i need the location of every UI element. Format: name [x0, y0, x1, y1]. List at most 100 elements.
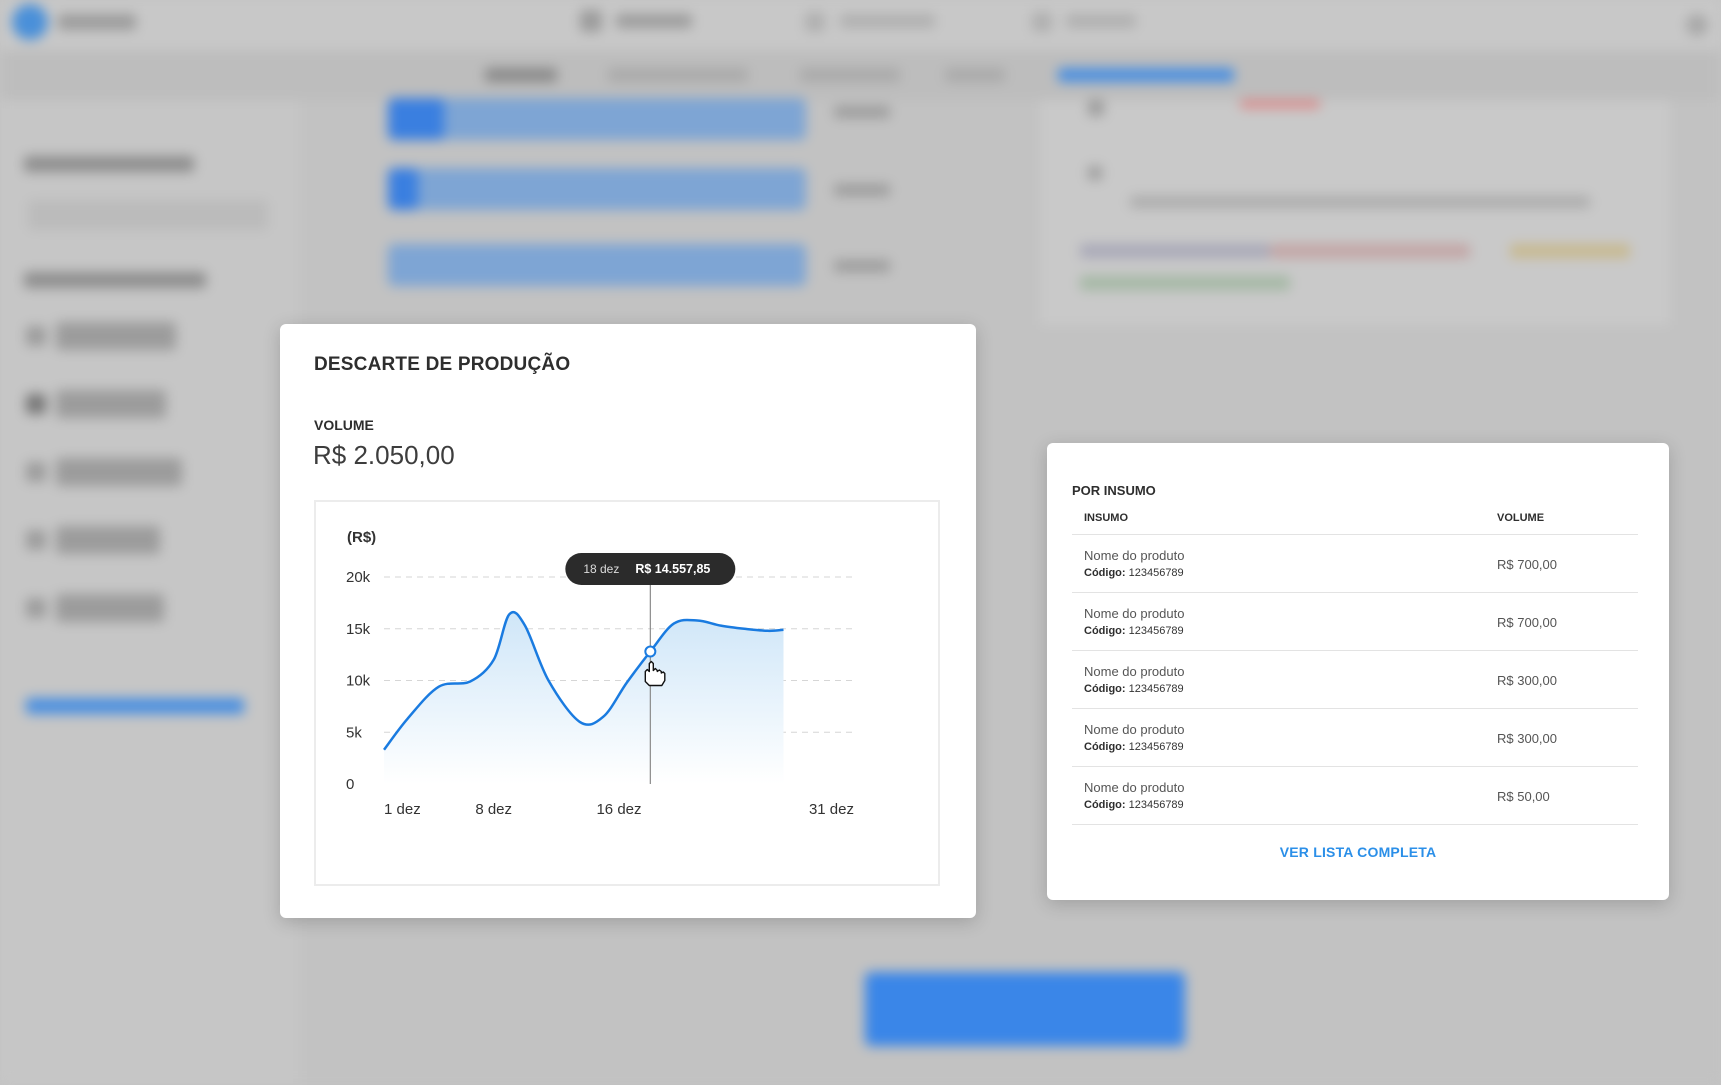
bg-nav-icon: [805, 12, 825, 32]
row-volume: R$ 300,00: [1497, 731, 1557, 746]
bg-sidebar-item: [56, 390, 166, 418]
row-product-code: Código: 123456789: [1084, 625, 1184, 637]
row-product-name: Nome do produto: [1084, 664, 1185, 679]
bg-user-icon: [1686, 14, 1708, 36]
bg-nav-text: [616, 14, 692, 28]
bg-sidebar-heading: [24, 156, 194, 172]
y-tick-label: 15k: [346, 621, 371, 638]
bg-logo: [12, 4, 48, 40]
bg-brand-text: [58, 14, 136, 30]
bg-sidebar-heading: [24, 272, 206, 288]
code-value: 123456789: [1128, 683, 1184, 695]
x-tick-label: 31 dez: [809, 801, 854, 818]
bg-progress-fill: [388, 98, 444, 140]
bg-sidebar-link: [26, 698, 244, 714]
y-tick-label: 10k: [346, 673, 371, 690]
tooltip-value: R$ 14.557,85: [635, 562, 710, 576]
bg-nav-icon: [1032, 12, 1052, 32]
row-product-name: Nome do produto: [1084, 606, 1185, 621]
row-product-code: Código: 123456789: [1084, 741, 1184, 753]
bg-legend: [1080, 276, 1290, 290]
x-tick-label: 8 dez: [475, 801, 512, 818]
bg-bar-label: [834, 106, 890, 118]
table-row[interactable]: Nome do produto Código: 123456789 R$ 50,…: [1072, 767, 1638, 825]
bg-progress-bar: [388, 244, 806, 286]
bg-legend: [1080, 244, 1270, 258]
row-volume: R$ 300,00: [1497, 673, 1557, 688]
bg-nav-text: [1066, 14, 1136, 28]
by-input-card: POR INSUMO INSUMO VOLUME Nome do produto…: [1047, 443, 1669, 900]
x-tick-label: 16 dez: [596, 801, 641, 818]
bg-sidebar-icon: [26, 394, 46, 414]
bg-sidebar-select: [28, 200, 268, 230]
code-label: Código:: [1084, 741, 1126, 753]
bg-axis-mark: [1088, 166, 1102, 180]
bg-nav-text: [840, 14, 935, 28]
bg-progress-fill: [388, 168, 418, 210]
bg-progress-bar: [388, 98, 806, 140]
row-product-name: Nome do produto: [1084, 780, 1185, 795]
volume-value: R$ 2.050,00: [313, 440, 455, 470]
y-tick-label: 5k: [346, 724, 362, 741]
code-label: Código:: [1084, 683, 1126, 695]
bg-bar-label: [834, 260, 890, 272]
bg-bottom-button: [865, 972, 1185, 1046]
code-value: 123456789: [1128, 741, 1184, 753]
row-volume: R$ 700,00: [1497, 557, 1557, 572]
bg-sidebar-icon: [26, 530, 46, 550]
bg-tab-active: [1058, 68, 1234, 82]
row-product-name: Nome do produto: [1084, 548, 1185, 563]
tooltip-date: 18 dez: [583, 562, 619, 576]
code-label: Código:: [1084, 799, 1126, 811]
bg-sidebar-icon: [26, 598, 46, 618]
code-value: 123456789: [1128, 567, 1184, 579]
table-row[interactable]: Nome do produto Código: 123456789 R$ 300…: [1072, 651, 1638, 709]
table-row[interactable]: Nome do produto Código: 123456789 R$ 300…: [1072, 709, 1638, 767]
series-area-fill: [384, 612, 784, 784]
row-product-code: Código: 123456789: [1084, 567, 1184, 579]
row-volume: R$ 50,00: [1497, 789, 1550, 804]
bg-nav-icon: [580, 10, 602, 32]
bg-sidebar: [0, 100, 300, 1085]
column-header-insumo: INSUMO: [1084, 512, 1128, 524]
bg-axis-labels: [1130, 196, 1590, 208]
code-value: 123456789: [1128, 799, 1184, 811]
bg-sidebar-item: [56, 458, 182, 486]
hover-data-point[interactable]: [644, 645, 657, 658]
table-title: POR INSUMO: [1072, 483, 1156, 498]
code-label: Código:: [1084, 625, 1126, 637]
row-product-name: Nome do produto: [1084, 722, 1185, 737]
production-waste-card: DESCARTE DE PRODUÇÃO VOLUME R$ 2.050,00 …: [280, 324, 976, 918]
chart-container: (R$) 0 5k 10k 15k 20k 1 dez 8 dez 16 dez 31 dez…: [314, 500, 940, 886]
row-product-code: Código: 123456789: [1084, 683, 1184, 695]
bg-bar-label: [834, 184, 890, 196]
table-header: INSUMO VOLUME: [1072, 503, 1638, 535]
bg-legend: [1510, 244, 1630, 258]
bg-tab: [800, 68, 900, 82]
bg-right-card: [1040, 100, 1670, 325]
bg-axis-mark: [1088, 100, 1104, 116]
bg-sidebar-item: [56, 526, 160, 554]
bg-sidebar-icon: [26, 462, 46, 482]
bg-sidebar-item: [56, 322, 176, 350]
chart-tooltip: 18 dez R$ 14.557,85: [565, 553, 736, 585]
volume-label: VOLUME: [314, 417, 374, 433]
bg-chart-mark: [1240, 100, 1320, 108]
bg-progress-bar: [388, 168, 806, 210]
bg-legend: [1270, 244, 1470, 258]
bg-tab: [608, 68, 748, 82]
bg-tab: [945, 68, 1005, 82]
y-axis-unit-label: (R$): [347, 529, 376, 546]
view-full-list-link[interactable]: VER LISTA COMPLETA: [1047, 844, 1669, 860]
row-product-code: Código: 123456789: [1084, 799, 1184, 811]
code-value: 123456789: [1128, 625, 1184, 637]
table-row[interactable]: Nome do produto Código: 123456789 R$ 700…: [1072, 535, 1638, 593]
row-volume: R$ 700,00: [1497, 615, 1557, 630]
table-row[interactable]: Nome do produto Código: 123456789 R$ 700…: [1072, 593, 1638, 651]
area-chart[interactable]: (R$) 0 5k 10k 15k 20k 1 dez 8 dez 16 dez 31 dez…: [316, 502, 938, 884]
bg-sidebar-icon: [26, 326, 46, 346]
code-label: Código:: [1084, 567, 1126, 579]
card-title: DESCARTE DE PRODUÇÃO: [314, 354, 571, 375]
bg-sub-bar: [0, 50, 1721, 100]
column-header-volume: VOLUME: [1497, 512, 1545, 524]
